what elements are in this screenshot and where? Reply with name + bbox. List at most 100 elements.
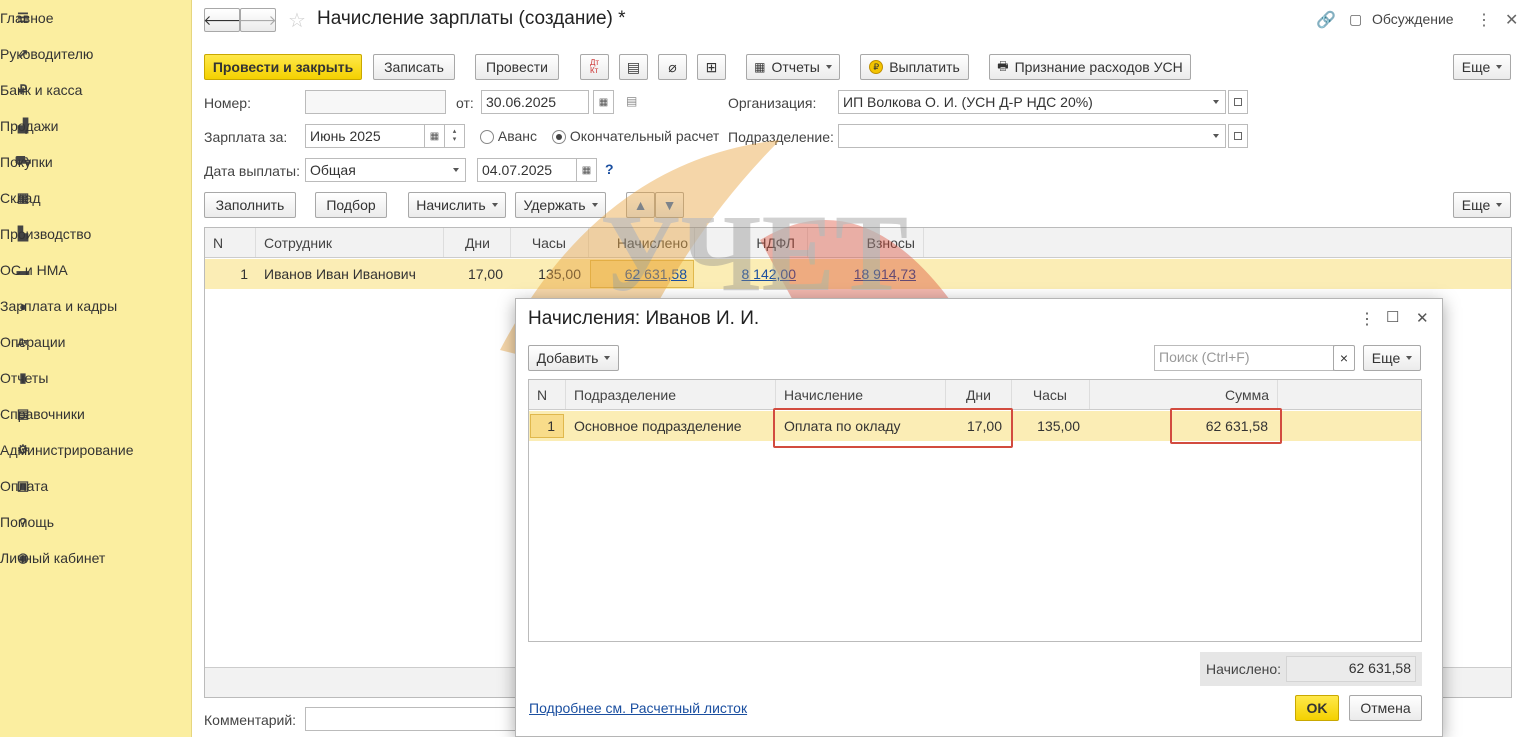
fill-button[interactable]: Заполнить (204, 192, 296, 218)
row-accrued[interactable]: 62 631,58 (590, 260, 694, 288)
page-title: Начисление зарплаты (создание) * (317, 8, 626, 29)
dialog-more-button[interactable]: Еще (1363, 345, 1421, 371)
calendar-icon: ▦ (581, 164, 592, 176)
col-days[interactable]: Дни (444, 228, 511, 257)
salary-period-field[interactable]: Июнь 2025 (305, 124, 425, 148)
sidebar-item-account[interactable]: ◉ Личный кабинет (0, 540, 191, 576)
organization-open-button[interactable] (1228, 90, 1248, 114)
highlight-accrual-days (773, 408, 1013, 448)
reports-button[interactable]: ▦ Отчеты (746, 54, 840, 80)
history-icon[interactable]: ▤ (626, 94, 637, 108)
arrow-down-icon: ▼ (662, 197, 677, 213)
usn-expense-button[interactable]: 🖶 Признание расходов УСН (989, 54, 1191, 80)
col-accrual[interactable]: Начисление (776, 380, 946, 409)
list-button[interactable]: ▤ (619, 54, 648, 80)
row-ndfl[interactable]: 8 142,00 (695, 259, 808, 289)
close-icon[interactable]: ✕ (1505, 10, 1518, 30)
add-button[interactable]: Добавить (528, 345, 619, 371)
col-hours[interactable]: Часы (1012, 380, 1090, 409)
organization-dropdown[interactable] (1206, 90, 1226, 114)
discussion-button[interactable]: Обсуждение (1372, 11, 1454, 27)
search-clear-button[interactable]: × (1333, 345, 1355, 371)
link-icon[interactable]: 🔗 (1316, 10, 1336, 30)
col-n[interactable]: N (205, 228, 256, 257)
department-dropdown[interactable] (1206, 124, 1226, 148)
pay-date-calendar-button[interactable]: ▦ (577, 158, 597, 182)
radio-on-icon (552, 130, 566, 145)
move-up-button[interactable]: ▲ (626, 192, 655, 218)
col-accrued[interactable]: Начислено (589, 228, 695, 257)
cancel-button[interactable]: Отмена (1349, 695, 1422, 721)
period-stepper[interactable]: ▴ ▾ (445, 124, 465, 148)
pay-date-label: Дата выплаты: (204, 163, 300, 179)
select-button[interactable]: Подбор (315, 192, 387, 218)
col-days[interactable]: Дни (946, 380, 1012, 409)
col-contributions[interactable]: Взносы (808, 228, 924, 257)
sidebar-item-warehouse[interactable]: ▦ Склад (0, 180, 191, 216)
ok-button[interactable]: OK (1295, 695, 1339, 721)
col-sum[interactable]: Сумма (1090, 380, 1278, 409)
maximize-icon[interactable]: ☐ (1386, 308, 1399, 326)
sidebar-item-assets[interactable]: ▬ ОС и НМА (0, 252, 191, 288)
sidebar-item-salary[interactable]: ● Зарплата и кадры (0, 288, 191, 324)
help-icon[interactable]: ? (605, 161, 614, 177)
department-field[interactable] (838, 124, 1208, 148)
pay-button[interactable]: ₽ Выплатить (860, 54, 969, 80)
attach-button[interactable]: ⌀ (658, 54, 687, 80)
sidebar-item-operations[interactable]: Дт Операции (0, 324, 191, 360)
structure-button[interactable]: ⊞ (697, 54, 726, 80)
more-button[interactable]: Еще (1453, 54, 1511, 80)
move-down-button[interactable]: ▼ (655, 192, 684, 218)
sidebar-item-admin[interactable]: ⚙ Администрирование (0, 432, 191, 468)
advance-radio[interactable]: Аванс (480, 128, 537, 145)
col-employee[interactable]: Сотрудник (256, 228, 444, 257)
col-n[interactable]: N (529, 380, 566, 409)
more-menu-icon[interactable]: ⋮ (1476, 10, 1492, 30)
sidebar-item-bank[interactable]: ₽ Банк и касса (0, 72, 191, 108)
hierarchy-icon: ⊞ (705, 58, 718, 75)
col-hours[interactable]: Часы (511, 228, 589, 257)
dialog-more-icon[interactable]: ⋮ (1359, 309, 1375, 329)
sidebar-item-help[interactable]: ? Помощь (0, 504, 191, 540)
dialog-close-icon[interactable]: ✕ (1416, 309, 1429, 327)
number-field[interactable] (305, 90, 446, 114)
pay-date-field[interactable]: 04.07.2025 (477, 158, 577, 182)
forward-button[interactable]: 🡒 (239, 8, 277, 32)
sidebar-item-main[interactable]: ☰ Главное (0, 0, 191, 36)
organization-field[interactable]: ИП Волкова О. И. (УСН Д-Р НДС 20%) (838, 90, 1208, 114)
col-ndfl[interactable]: НДФЛ (695, 228, 808, 257)
withhold-button[interactable]: Удержать (515, 192, 606, 218)
calendar-button[interactable]: ▦ (593, 90, 614, 114)
pay-type-dropdown[interactable] (446, 158, 466, 182)
sidebar-item-production[interactable]: ▙ Производство (0, 216, 191, 252)
radio-off-icon (480, 130, 494, 145)
sidebar-item-manager[interactable]: ↗ Руководителю (0, 36, 191, 72)
sidebar-item-reports[interactable]: ▮ Отчеты (0, 360, 191, 396)
department-open-button[interactable] (1228, 124, 1248, 148)
back-button[interactable]: 🡐 (203, 8, 241, 32)
dt-kt-icon: Дт Кт (589, 58, 600, 75)
col-department[interactable]: Подразделение (566, 380, 776, 409)
table-more-button[interactable]: Еще (1453, 192, 1511, 218)
sidebar-item-sales[interactable]: ▟ Продажи (0, 108, 191, 144)
pay-type-field[interactable]: Общая (305, 158, 447, 182)
sidebar: ☰ Главное ↗ Руководителю ₽ Банк и касса ▟ Пр… (0, 0, 192, 737)
date-label: от: (456, 95, 474, 111)
sidebar-item-purchases[interactable]: ⛟ Покупки (0, 144, 191, 180)
save-button[interactable]: Записать (373, 54, 455, 80)
payslip-link[interactable]: Подробнее см. Расчетный листок (529, 700, 747, 716)
post-and-close-button[interactable]: Провести и закрыть (204, 54, 362, 80)
search-input[interactable]: Поиск (Ctrl+F) (1154, 345, 1334, 371)
sidebar-item-catalogs[interactable]: ▤ Справочники (0, 396, 191, 432)
date-field[interactable]: 30.06.2025 (481, 90, 589, 114)
sidebar-item-payment[interactable]: ▣ Оплата (0, 468, 191, 504)
favorite-star-icon[interactable]: ☆ (288, 8, 306, 33)
accrue-button[interactable]: Начислить (408, 192, 506, 218)
row-contributions[interactable]: 18 914,73 (808, 259, 924, 289)
table-row[interactable]: 1 Иванов Иван Иванович 17,00 135,00 62 6… (205, 259, 1511, 289)
final-calc-radio[interactable]: Окончательный расчет (552, 128, 719, 145)
period-calendar-button[interactable]: ▦ (425, 124, 445, 148)
post-button[interactable]: Провести (475, 54, 559, 80)
table-header: N Сотрудник Дни Часы Начислено НДФЛ Взно… (205, 228, 1511, 258)
dt-kt-button[interactable]: Дт Кт (580, 54, 609, 80)
